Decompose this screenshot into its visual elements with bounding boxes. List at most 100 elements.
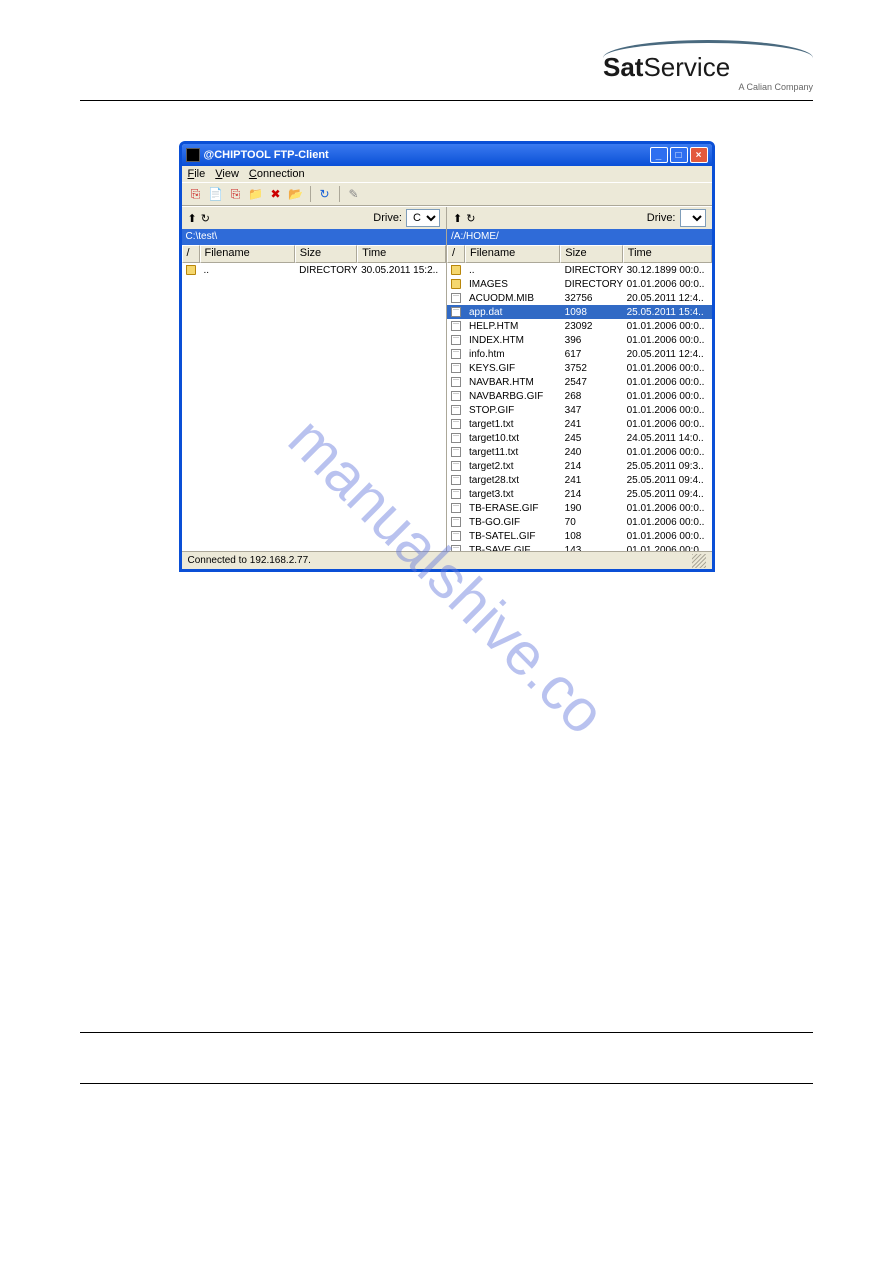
col-time[interactable]: Time — [623, 245, 712, 263]
toolbar-new-folder-icon[interactable]: 📁 — [248, 186, 264, 202]
titlebar[interactable]: @CHIPTOOL FTP-Client _ □ × — [182, 144, 712, 166]
file-name: TB-GO.GIF — [465, 517, 561, 528]
file-name: NAVBARBG.GIF — [465, 391, 561, 402]
file-row[interactable]: app.dat109825.05.2011 15:4.. — [447, 305, 712, 319]
list-header-right: / Filename Size Time — [447, 245, 712, 263]
page-header-logo: SatService A Calian Company — [80, 40, 813, 92]
file-row[interactable]: info.htm61720.05.2011 12:4.. — [447, 347, 712, 361]
maximize-button[interactable]: □ — [670, 147, 688, 163]
file-row[interactable]: target10.txt24524.05.2011 14:0.. — [447, 431, 712, 445]
file-row[interactable]: STOP.GIF34701.01.2006 00:0.. — [447, 403, 712, 417]
col-sort[interactable]: / — [182, 245, 200, 263]
nav-up-right-icon[interactable]: ⬆ — [453, 212, 462, 225]
toolbar-open-icon[interactable]: 📂 — [288, 186, 304, 202]
file-time: 25.05.2011 09:3.. — [623, 461, 712, 472]
file-name: target28.txt — [465, 475, 561, 486]
file-row[interactable]: INDEX.HTM39601.01.2006 00:0.. — [447, 333, 712, 347]
col-size[interactable]: Size — [560, 245, 622, 263]
nav-refresh-right-icon[interactable]: ↻ — [466, 212, 475, 225]
file-size: 241 — [561, 419, 623, 430]
file-size: 347 — [561, 405, 623, 416]
folder-icon — [451, 279, 461, 289]
col-time[interactable]: Time — [357, 245, 446, 263]
minimize-button[interactable]: _ — [650, 147, 668, 163]
close-button[interactable]: × — [690, 147, 708, 163]
menu-file[interactable]: File — [188, 168, 206, 180]
path-bar-left[interactable]: C:\test\ — [182, 229, 447, 245]
document-icon — [451, 433, 461, 443]
file-time: 01.01.2006 00:0.. — [623, 419, 712, 430]
file-row[interactable]: target1.txt24101.01.2006 00:0.. — [447, 417, 712, 431]
file-row[interactable]: target28.txt24125.05.2011 09:4.. — [447, 473, 712, 487]
toolbar-wand-icon[interactable]: ✎ — [346, 186, 362, 202]
file-size: 245 — [561, 433, 623, 444]
file-row[interactable]: ACUODM.MIB3275620.05.2011 12:4.. — [447, 291, 712, 305]
document-icon — [451, 419, 461, 429]
toolbar-refresh-icon[interactable]: ↻ — [317, 186, 333, 202]
file-row[interactable]: ..DIRECTORY30.12.1899 00:0.. — [447, 263, 712, 277]
footer-rule-2 — [80, 1083, 813, 1084]
nav-refresh-left-icon[interactable]: ↻ — [201, 212, 210, 225]
file-row[interactable]: target11.txt24001.01.2006 00:0.. — [447, 445, 712, 459]
menu-connection[interactable]: Connection — [249, 168, 305, 180]
file-size: 268 — [561, 391, 623, 402]
toolbar-copy-right-icon[interactable]: ⎘ — [228, 186, 244, 202]
file-list-left[interactable]: ..DIRECTORY30.05.2011 15:2.. — [182, 263, 447, 551]
file-list-right[interactable]: ..DIRECTORY30.12.1899 00:0..IMAGESDIRECT… — [447, 263, 712, 551]
file-time: 01.01.2006 00:0.. — [623, 405, 712, 416]
file-row[interactable]: TB-SATEL.GIF10801.01.2006 00:0.. — [447, 529, 712, 543]
toolbar-copy-left-icon[interactable]: ⎘ — [188, 186, 204, 202]
header-rule — [80, 100, 813, 101]
menu-view[interactable]: View — [215, 168, 239, 180]
file-name: TB-SATEL.GIF — [465, 531, 561, 542]
file-row[interactable]: TB-SAVE.GIF14301.01.2006 00:0.. — [447, 543, 712, 551]
menubar: File View Connection — [182, 166, 712, 182]
col-filename[interactable]: Filename — [465, 245, 560, 263]
document-icon — [451, 447, 461, 457]
toolbar-delete-icon[interactable]: ✖ — [268, 186, 284, 202]
file-time: 01.01.2006 00:0.. — [623, 391, 712, 402]
file-row[interactable]: TB-GO.GIF7001.01.2006 00:0.. — [447, 515, 712, 529]
file-size: 3752 — [561, 363, 623, 374]
file-row[interactable]: target3.txt21425.05.2011 09:4.. — [447, 487, 712, 501]
file-time: 30.12.1899 00:0.. — [623, 265, 712, 276]
right-pane: ⬆ ↻ Drive: /A:/HOME/ / Filename Size Tim… — [446, 207, 712, 551]
file-time: 01.01.2006 00:0.. — [623, 279, 712, 290]
document-icon — [451, 405, 461, 415]
file-time: 25.05.2011 09:4.. — [623, 489, 712, 500]
document-icon — [451, 377, 461, 387]
col-size[interactable]: Size — [295, 245, 357, 263]
path-bar-right[interactable]: /A:/HOME/ — [447, 229, 712, 245]
file-size: 1098 — [561, 307, 623, 318]
file-name: .. — [200, 265, 296, 276]
left-pane: ⬆ ↻ Drive: C C:\test\ / Filename Size Ti… — [182, 207, 447, 551]
file-row[interactable]: ..DIRECTORY30.05.2011 15:2.. — [182, 263, 447, 277]
file-row[interactable]: NAVBARBG.GIF26801.01.2006 00:0.. — [447, 389, 712, 403]
file-row[interactable]: NAVBAR.HTM254701.01.2006 00:0.. — [447, 375, 712, 389]
file-name: KEYS.GIF — [465, 363, 561, 374]
folder-icon — [451, 265, 461, 275]
statusbar: Connected to 192.168.2.77. — [182, 551, 712, 569]
file-row[interactable]: IMAGESDIRECTORY01.01.2006 00:0.. — [447, 277, 712, 291]
col-sort[interactable]: / — [447, 245, 465, 263]
drive-select-right[interactable] — [680, 209, 706, 227]
file-name: IMAGES — [465, 279, 561, 290]
drive-select-left[interactable]: C — [406, 209, 440, 227]
file-name: app.dat — [465, 307, 561, 318]
file-row[interactable]: TB-ERASE.GIF19001.01.2006 00:0.. — [447, 501, 712, 515]
file-row[interactable]: KEYS.GIF375201.01.2006 00:0.. — [447, 361, 712, 375]
file-row[interactable]: HELP.HTM2309201.01.2006 00:0.. — [447, 319, 712, 333]
toolbar-copy-icon[interactable]: 📄 — [208, 186, 224, 202]
nav-up-left-icon[interactable]: ⬆ — [188, 212, 197, 225]
col-filename[interactable]: Filename — [200, 245, 295, 263]
file-size: 214 — [561, 461, 623, 472]
file-row[interactable]: target2.txt21425.05.2011 09:3.. — [447, 459, 712, 473]
resize-grip-icon[interactable] — [692, 554, 706, 568]
file-size: 23092 — [561, 321, 623, 332]
document-icon — [451, 321, 461, 331]
file-time: 01.01.2006 00:0.. — [623, 517, 712, 528]
file-time: 25.05.2011 15:4.. — [623, 307, 712, 318]
file-name: target2.txt — [465, 461, 561, 472]
toolbar-separator — [310, 186, 311, 202]
file-time: 01.01.2006 00:0.. — [623, 531, 712, 542]
